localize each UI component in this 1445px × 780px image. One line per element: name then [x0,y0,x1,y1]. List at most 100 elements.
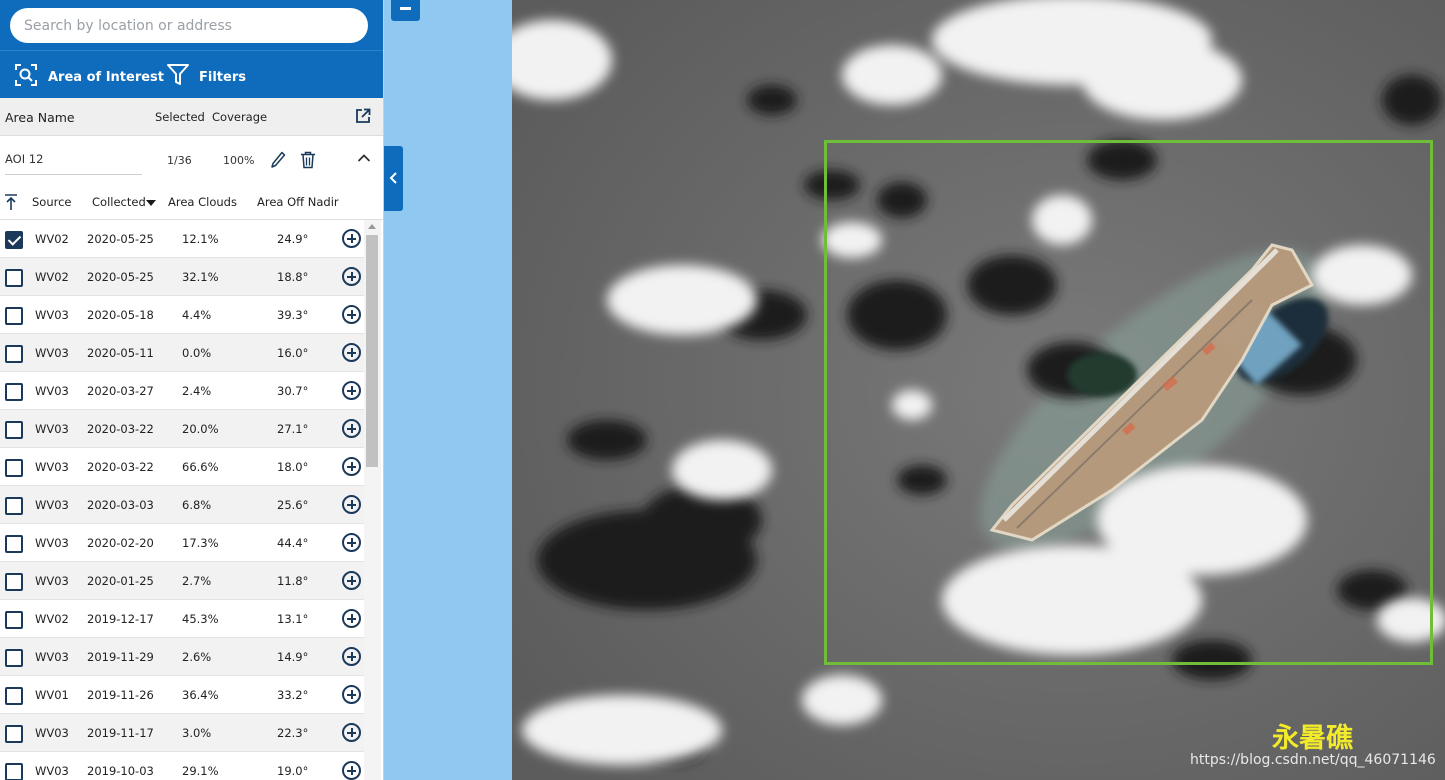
row-collected: 2019-11-29 [87,650,154,664]
add-circle-icon[interactable] [342,229,361,248]
toolbar: Area of Interest Filters [0,50,383,98]
scroll-thumb[interactable] [366,235,378,467]
row-area-off-nadir: 33.2° [277,688,309,702]
result-row[interactable]: WV03 2020-01-25 2.7% 11.8° [0,562,364,600]
add-circle-icon[interactable] [342,647,361,666]
add-circle-icon[interactable] [342,571,361,590]
row-area-off-nadir: 22.3° [277,726,309,740]
row-area-off-nadir: 14.9° [277,650,309,664]
select-checkbox[interactable] [5,497,23,515]
add-circle-icon[interactable] [342,381,361,400]
result-row[interactable]: WV02 2020-05-25 12.1% 24.9° [0,220,364,258]
select-checkbox[interactable] [5,725,23,743]
add-circle-icon[interactable] [342,305,361,324]
aoi-outline[interactable] [824,140,1433,665]
select-checkbox[interactable] [5,763,23,780]
result-row[interactable]: WV02 2020-05-25 32.1% 18.8° [0,258,364,296]
column-area-clouds[interactable]: Area Clouds [168,195,237,209]
column-area-off-nadir[interactable]: Area Off Nadir [257,195,339,209]
coverage-header: Coverage [212,110,268,124]
result-row[interactable]: WV03 2019-10-03 29.1% 19.0° [0,752,364,780]
scroll-up-arrow-icon[interactable] [368,224,376,229]
select-checkbox[interactable] [5,383,23,401]
result-row[interactable]: WV03 2019-11-29 2.6% 14.9° [0,638,364,676]
row-area-off-nadir: 19.0° [277,764,309,778]
watermark: https://blog.csdn.net/qq_46071146 [1190,752,1436,768]
row-area-off-nadir: 18.0° [277,460,309,474]
aoi-row[interactable]: AOI 12 1/36 100% [0,136,383,184]
zoom-out-button[interactable] [391,0,420,21]
add-circle-icon[interactable] [342,267,361,286]
row-collected: 2020-03-22 [87,422,154,436]
search-bar [0,0,383,50]
select-checkbox[interactable] [5,307,23,325]
result-row[interactable]: WV03 2020-05-18 4.4% 39.3° [0,296,364,334]
result-row[interactable]: WV01 2019-11-26 36.4% 33.2° [0,676,364,714]
row-area-clouds: 29.1% [182,764,219,778]
column-source[interactable]: Source [32,195,72,209]
select-checkbox[interactable] [5,345,23,363]
row-area-clouds: 36.4% [182,688,219,702]
row-source: WV03 [35,574,69,588]
place-label: 永暑礁 [1272,723,1353,754]
add-circle-icon[interactable] [342,419,361,438]
add-circle-icon[interactable] [342,533,361,552]
row-area-clouds: 2.4% [182,384,212,398]
result-row[interactable]: WV03 2020-03-03 6.8% 25.6° [0,486,364,524]
add-circle-icon[interactable] [342,609,361,628]
select-checkbox[interactable] [5,231,23,249]
select-checkbox[interactable] [5,687,23,705]
row-source: WV03 [35,384,69,398]
area-of-interest-button[interactable]: Area of Interest [14,63,164,91]
result-row[interactable]: WV03 2020-03-22 66.6% 18.0° [0,448,364,486]
result-row[interactable]: WV03 2020-05-11 0.0% 16.0° [0,334,364,372]
row-area-clouds: 3.0% [182,726,212,740]
select-checkbox[interactable] [5,649,23,667]
add-circle-icon[interactable] [342,495,361,514]
satellite-image[interactable]: 永暑礁 https://blog.csdn.net/qq_46071146 [512,0,1445,780]
search-input[interactable] [10,8,368,43]
row-area-off-nadir: 11.8° [277,574,309,588]
pencil-icon[interactable] [270,151,286,172]
column-collected[interactable]: Collected [92,195,146,209]
add-circle-icon[interactable] [342,685,361,704]
aoi-name: AOI 12 [5,152,44,166]
row-source: WV01 [35,688,69,702]
row-collected: 2020-03-22 [87,460,154,474]
trash-icon[interactable] [300,151,316,172]
results-panel: Area of Interest Filters Area Name Selec… [0,0,384,780]
result-row[interactable]: WV02 2019-12-17 45.3% 13.1° [0,600,364,638]
aoi-coverage: 100% [223,154,255,167]
select-checkbox[interactable] [5,573,23,591]
results-scrollbar[interactable] [364,220,381,780]
row-area-clouds: 6.8% [182,498,212,512]
area-header: Area Name Selected Coverage [0,98,383,136]
row-collected: 2019-11-26 [87,688,154,702]
add-circle-icon[interactable] [342,457,361,476]
sort-up-arrow-icon[interactable] [4,193,18,214]
row-area-off-nadir: 25.6° [277,498,309,512]
filters-button[interactable]: Filters [167,63,246,91]
row-source: WV02 [35,612,69,626]
collapse-panel-button[interactable] [384,146,403,211]
open-external-icon[interactable] [355,108,371,127]
result-row[interactable]: WV03 2020-03-22 20.0% 27.1° [0,410,364,448]
row-area-clouds: 2.7% [182,574,212,588]
select-checkbox[interactable] [5,269,23,287]
aoi-target-icon [14,63,48,91]
select-checkbox[interactable] [5,421,23,439]
result-row[interactable]: WV03 2019-11-17 3.0% 22.3° [0,714,364,752]
select-checkbox[interactable] [5,611,23,629]
caret-down-icon[interactable] [146,196,156,210]
add-circle-icon[interactable] [342,723,361,742]
results-list: WV02 2020-05-25 12.1% 24.9° WV02 2020-05-25 32… [0,220,364,780]
row-collected: 2020-03-27 [87,384,154,398]
add-circle-icon[interactable] [342,761,361,780]
chevron-up-icon[interactable] [357,153,371,166]
add-circle-icon[interactable] [342,343,361,362]
select-checkbox[interactable] [5,459,23,477]
select-checkbox[interactable] [5,535,23,553]
row-area-clouds: 0.0% [182,346,212,360]
result-row[interactable]: WV03 2020-03-27 2.4% 30.7° [0,372,364,410]
result-row[interactable]: WV03 2020-02-20 17.3% 44.4° [0,524,364,562]
